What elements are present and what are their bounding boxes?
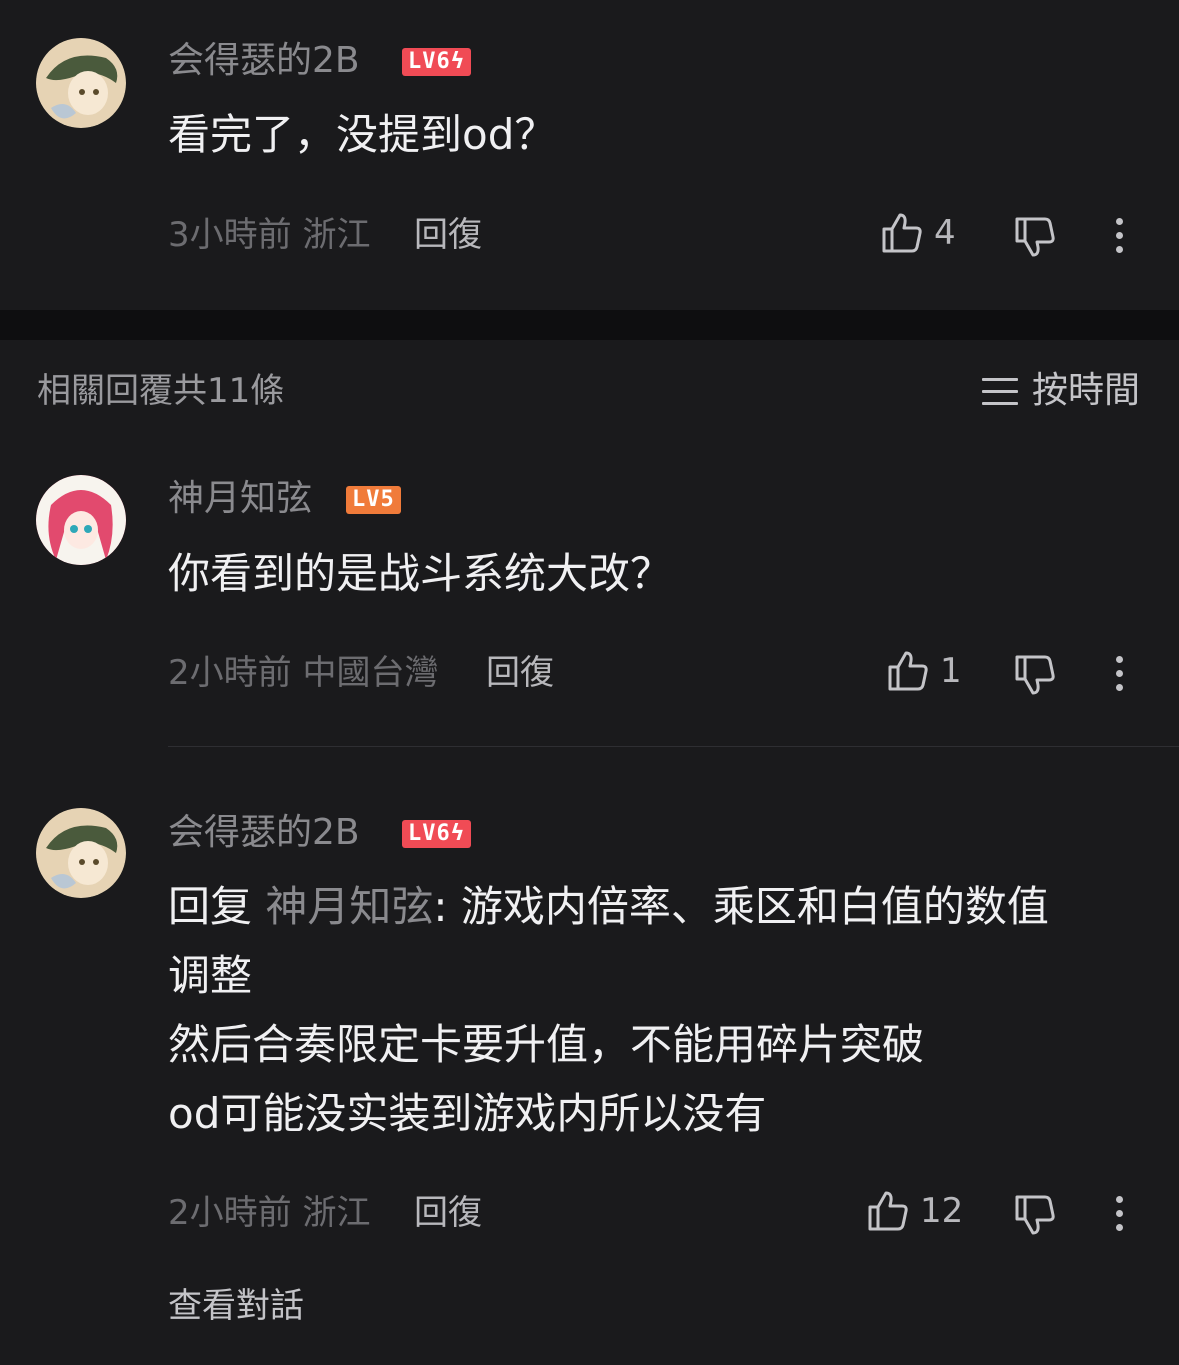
username[interactable]: 神月知弦 <box>168 476 312 522</box>
reply-prefix: 回复 <box>168 882 266 931</box>
replies-count-header: 相關回覆共11條 <box>37 371 285 411</box>
dislike-button[interactable] <box>1013 1193 1057 1237</box>
thumbs-up-icon <box>880 211 924 255</box>
username[interactable]: 会得瑟的2B <box>168 810 360 856</box>
comment-text: 看完了，没提到od？ <box>168 110 557 159</box>
level-badge: LV6ϟ <box>402 48 471 76</box>
comment-text-line: 然后合奏限定卡要升值，不能用碎片突破 <box>168 1020 925 1069</box>
comment-time: 3小時前 <box>168 215 292 255</box>
more-options-button[interactable] <box>1114 216 1124 256</box>
username[interactable]: 会得瑟的2B <box>168 38 360 84</box>
comment-location: 中國台灣 <box>302 653 439 693</box>
comment-text-line: od可能没实装到游戏内所以没有 <box>168 1089 767 1138</box>
comment-text-fragment: : 游戏内倍率、乘区和白值的数值 <box>433 882 1049 931</box>
level-badge: LV5 <box>346 486 401 514</box>
dislike-button[interactable] <box>1013 653 1057 697</box>
avatar[interactable] <box>36 475 126 565</box>
dislike-button[interactable] <box>1013 215 1057 259</box>
sort-label: 按時間 <box>1031 370 1140 411</box>
thumbs-down-icon <box>1015 217 1055 257</box>
comment-text-line: 回复 神月知弦: 游戏内倍率、乘区和白值的数值 <box>168 872 1049 941</box>
avatar[interactable] <box>36 808 126 898</box>
reply-button[interactable]: 回復 <box>414 213 482 257</box>
thumbs-down-icon <box>1015 1195 1055 1235</box>
like-button[interactable]: 4 <box>880 211 956 255</box>
like-button[interactable]: 12 <box>866 1189 963 1233</box>
reply-button[interactable]: 回復 <box>414 1191 482 1235</box>
like-button[interactable]: 1 <box>886 649 962 693</box>
comment-text-line: 调整 <box>168 951 253 1000</box>
like-count: 1 <box>940 651 962 691</box>
sort-button[interactable]: 按時間 <box>981 368 1140 414</box>
section-divider <box>0 310 1179 340</box>
comment-time: 2小時前 <box>168 1193 292 1233</box>
comment-meta: 2小時前 中國台灣 <box>168 651 438 695</box>
comment-text: 你看到的是战斗系统大改？ <box>168 549 673 598</box>
view-conversation-link[interactable]: 查看對話 <box>168 1283 304 1329</box>
comment-location: 浙江 <box>302 1193 371 1233</box>
level-badge: LV6ϟ <box>402 820 471 848</box>
lightning-icon: ϟ <box>450 821 465 846</box>
comment-meta: 2小時前 浙江 <box>168 1191 370 1235</box>
like-count: 4 <box>934 213 956 253</box>
level-badge-label: LV6 <box>408 821 451 846</box>
thumbs-up-icon <box>866 1189 910 1233</box>
reply-button[interactable]: 回復 <box>486 651 554 695</box>
comment-location: 浙江 <box>302 215 371 255</box>
more-options-button[interactable] <box>1114 654 1124 694</box>
level-badge-label: LV6 <box>408 49 451 74</box>
comment-time: 2小時前 <box>168 653 292 693</box>
lightning-icon: ϟ <box>450 49 465 74</box>
like-count: 12 <box>920 1191 964 1231</box>
thumbs-down-icon <box>1015 655 1055 695</box>
thumbs-up-icon <box>886 649 930 693</box>
comment-meta: 3小時前 浙江 <box>168 213 370 257</box>
avatar[interactable] <box>36 38 126 128</box>
reply-target-username[interactable]: 神月知弦 <box>265 882 433 931</box>
more-options-button[interactable] <box>1114 1194 1124 1234</box>
reply-divider <box>168 746 1179 747</box>
menu-icon <box>981 376 1018 406</box>
